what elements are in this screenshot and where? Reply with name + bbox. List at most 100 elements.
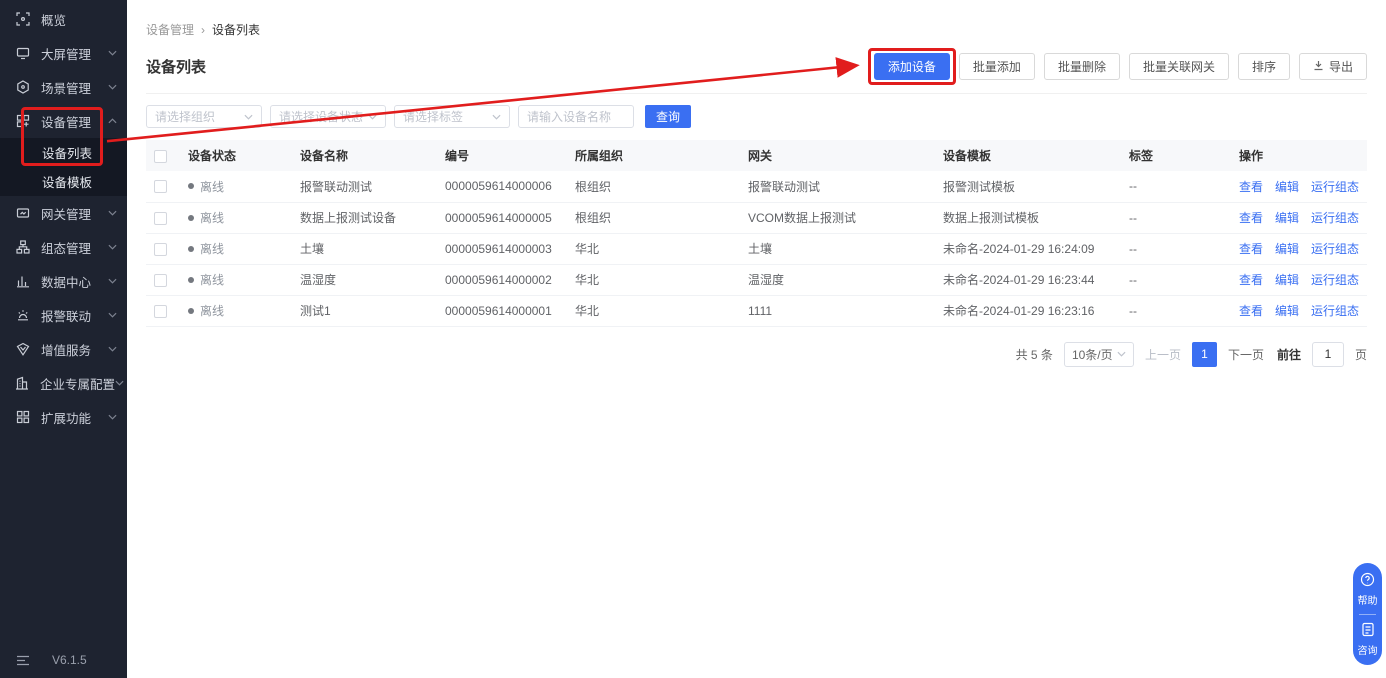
device-org: 华北: [567, 295, 740, 326]
enterprise-icon: [15, 376, 29, 391]
edit-link[interactable]: 编辑: [1275, 180, 1299, 194]
consult-button[interactable]: 咨询: [1358, 622, 1378, 657]
tag-select[interactable]: 请选择标签: [394, 105, 510, 128]
page-number-1[interactable]: 1: [1192, 342, 1217, 367]
breadcrumb-separator: ›: [201, 23, 205, 37]
device-org: 根组织: [567, 171, 740, 202]
batch-add-button[interactable]: 批量添加: [959, 53, 1035, 80]
chevron-up-icon: [108, 118, 117, 124]
gateway-icon: [15, 206, 30, 221]
device-tag: --: [1121, 202, 1231, 233]
row-checkbox[interactable]: [154, 212, 167, 225]
extension-icon: [15, 410, 30, 425]
sort-button[interactable]: 排序: [1238, 53, 1290, 80]
row-checkbox[interactable]: [154, 180, 167, 193]
view-link[interactable]: 查看: [1239, 273, 1263, 287]
row-checkbox[interactable]: [154, 305, 167, 318]
run-topology-link[interactable]: 运行组态: [1311, 273, 1359, 287]
sidebar-item-datacenter[interactable]: 数据中心: [0, 264, 127, 298]
goto-page-input[interactable]: [1312, 342, 1344, 367]
device-org: 华北: [567, 233, 740, 264]
sidebar-item-device[interactable]: 设备管理: [0, 104, 127, 138]
chevron-down-icon: [108, 50, 117, 56]
run-topology-link[interactable]: 运行组态: [1311, 211, 1359, 225]
edit-link[interactable]: 编辑: [1275, 211, 1299, 225]
device-status-select[interactable]: 请选择设备状态: [270, 105, 386, 128]
row-actions: 查看编辑运行组态删除: [1231, 202, 1367, 233]
device-icon: [15, 114, 30, 129]
add-device-button[interactable]: 添加设备: [874, 53, 950, 80]
sidebar-subitem-device-list[interactable]: 设备列表: [0, 138, 127, 167]
batch-link-gateway-button[interactable]: 批量关联网关: [1129, 53, 1229, 80]
device-name: 测试1: [292, 295, 437, 326]
org-select-placeholder: 请选择组织: [155, 108, 215, 125]
view-link[interactable]: 查看: [1239, 180, 1263, 194]
device-tag: --: [1121, 233, 1231, 264]
breadcrumb-parent[interactable]: 设备管理: [146, 21, 194, 38]
device-table-header: 设备状态 设备名称 编号 所属组织 网关 设备模板 标签 操作: [146, 140, 1367, 171]
filter-row: 请选择组织 请选择设备状态 请选择标签 查询: [146, 105, 1367, 128]
col-header-actions: 操作: [1231, 140, 1367, 171]
app-root: 概览大屏管理场景管理设备管理设备列表设备模板网关管理组态管理数据中心报警联动增值…: [0, 0, 1386, 678]
sidebar-item-alarm[interactable]: 报警联动: [0, 298, 127, 332]
offline-status-dot: [188, 215, 194, 221]
sidebar-item-extension[interactable]: 扩展功能: [0, 400, 127, 434]
page-size-select[interactable]: 10条/页: [1064, 342, 1134, 367]
pagination: 共 5 条 10条/页 上一页 1 下一页 前往 页: [146, 342, 1367, 367]
device-table: 设备状态 设备名称 编号 所属组织 网关 设备模板 标签 操作 离线 报警联动测试…: [146, 140, 1367, 327]
help-button[interactable]: 帮助: [1358, 572, 1378, 607]
row-checkbox[interactable]: [154, 274, 167, 287]
next-page-button[interactable]: 下一页: [1228, 346, 1264, 363]
select-all-checkbox[interactable]: [154, 150, 167, 163]
sidebar-nav: 概览大屏管理场景管理设备管理设备列表设备模板网关管理组态管理数据中心报警联动增值…: [0, 0, 127, 642]
device-code: 0000059614000002: [437, 264, 567, 295]
sidebar-item-enterprise[interactable]: 企业专属配置: [0, 366, 127, 400]
chevron-down-icon: [244, 114, 253, 120]
app-version: V6.1.5: [52, 653, 87, 667]
view-link[interactable]: 查看: [1239, 211, 1263, 225]
batch-delete-button[interactable]: 批量删除: [1044, 53, 1120, 80]
row-checkbox[interactable]: [154, 243, 167, 256]
overview-icon: [15, 12, 30, 27]
sidebar-item-bigscreen[interactable]: 大屏管理: [0, 36, 127, 70]
device-tag: --: [1121, 171, 1231, 202]
device-gateway: 1111: [740, 295, 935, 326]
edit-link[interactable]: 编辑: [1275, 304, 1299, 318]
edit-link[interactable]: 编辑: [1275, 273, 1299, 287]
org-select[interactable]: 请选择组织: [146, 105, 262, 128]
device-status: 离线: [200, 211, 224, 225]
view-link[interactable]: 查看: [1239, 242, 1263, 256]
view-link[interactable]: 查看: [1239, 304, 1263, 318]
sidebar-item-value[interactable]: 增值服务: [0, 332, 127, 366]
chevron-down-icon: [115, 380, 124, 386]
device-template: 数据上报测试模板: [935, 202, 1121, 233]
device-status: 离线: [200, 273, 224, 287]
device-name: 数据上报测试设备: [292, 202, 437, 233]
device-template: 未命名-2024-01-29 16:23:44: [935, 264, 1121, 295]
sidebar-item-overview[interactable]: 概览: [0, 2, 127, 36]
page-title: 设备列表: [146, 56, 206, 77]
sidebar-item-gateway[interactable]: 网关管理: [0, 196, 127, 230]
run-topology-link[interactable]: 运行组态: [1311, 304, 1359, 318]
alarm-icon: [15, 308, 30, 323]
sidebar-submenu: 设备列表设备模板: [0, 138, 127, 196]
sidebar-item-topology[interactable]: 组态管理: [0, 230, 127, 264]
sidebar-subitem-device-template[interactable]: 设备模板: [0, 167, 127, 196]
device-template: 未命名-2024-01-29 16:23:16: [935, 295, 1121, 326]
document-icon: [1361, 622, 1375, 640]
device-name: 报警联动测试: [292, 171, 437, 202]
collapse-sidebar-icon[interactable]: [16, 655, 30, 666]
device-name-input[interactable]: [518, 105, 634, 128]
prev-page-button[interactable]: 上一页: [1145, 346, 1181, 363]
sort-label: 排序: [1252, 58, 1276, 75]
col-header-org: 所属组织: [567, 140, 740, 171]
device-tag: --: [1121, 264, 1231, 295]
sidebar-item-scene[interactable]: 场景管理: [0, 70, 127, 104]
edit-link[interactable]: 编辑: [1275, 242, 1299, 256]
run-topology-link[interactable]: 运行组态: [1311, 180, 1359, 194]
run-topology-link[interactable]: 运行组态: [1311, 242, 1359, 256]
device-gateway: VCOM数据上报测试: [740, 202, 935, 233]
export-button[interactable]: 导出: [1299, 53, 1367, 80]
consult-label: 咨询: [1358, 642, 1378, 657]
query-button[interactable]: 查询: [645, 105, 691, 128]
